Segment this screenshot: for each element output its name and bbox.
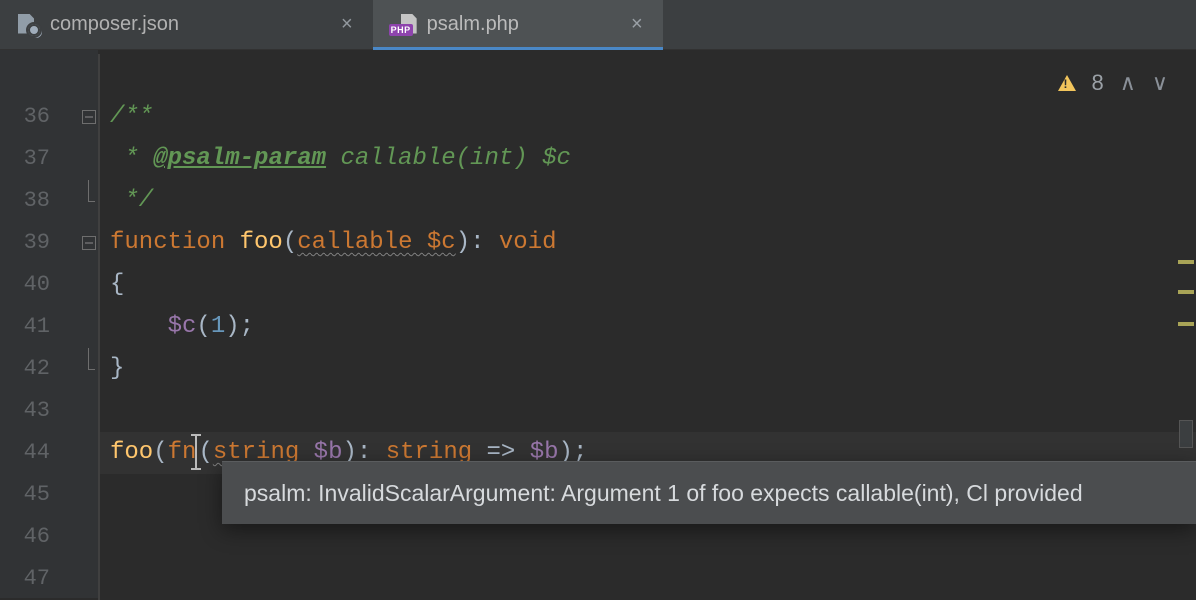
line-number: 47 (0, 558, 98, 600)
warning-marker[interactable] (1178, 260, 1194, 264)
chevron-up-icon[interactable]: ∧ (1120, 70, 1136, 96)
line-number: 39 (0, 222, 98, 264)
code-line[interactable] (98, 54, 1196, 96)
tab-label: composer.json (50, 13, 179, 36)
code-line[interactable]: { (98, 264, 1196, 306)
editor-tabs: composer.json × PHP psalm.php × (0, 0, 1196, 50)
code-line[interactable]: /** (98, 96, 1196, 138)
tab-composer-json[interactable]: composer.json × (0, 0, 373, 49)
fold-toggle-icon[interactable] (82, 110, 96, 124)
line-number: 41 (0, 306, 98, 348)
line-number: 37 (0, 138, 98, 180)
code-line[interactable]: */ (98, 180, 1196, 222)
json-file-icon (18, 14, 40, 36)
line-number: 43 (0, 390, 98, 432)
line-number: 40 (0, 264, 98, 306)
tab-label: psalm.php (427, 13, 519, 36)
warning-icon (1058, 75, 1076, 91)
line-number: 42 (0, 348, 98, 390)
line-number: 44 (0, 432, 98, 474)
scroll-thumb[interactable] (1179, 420, 1193, 448)
line-number: 38 (0, 180, 98, 222)
fold-end-icon (82, 362, 96, 376)
code-line[interactable]: * @psalm-param callable(int) $c (98, 138, 1196, 180)
warning-marker[interactable] (1178, 290, 1194, 294)
code-line[interactable]: } (98, 348, 1196, 390)
inspections-widget[interactable]: 8 ∧ ∨ (1058, 70, 1168, 96)
code-line[interactable]: $c(1); (98, 306, 1196, 348)
warning-count: 8 (1092, 70, 1104, 96)
tab-psalm-php[interactable]: PHP psalm.php × (373, 0, 663, 49)
code-line[interactable] (98, 390, 1196, 432)
line-number (0, 54, 98, 96)
php-file-icon: PHP (391, 14, 417, 36)
warning-marker[interactable] (1178, 322, 1194, 326)
close-icon[interactable]: × (629, 13, 645, 36)
gutter: 36 37 38 39 40 41 42 43 44 45 46 47 (0, 50, 98, 598)
line-number: 36 (0, 96, 98, 138)
close-icon[interactable]: × (339, 13, 355, 36)
code-line[interactable] (98, 558, 1196, 600)
tooltip-text: psalm: InvalidScalarArgument: Argument 1… (244, 480, 1083, 506)
code-line[interactable]: function foo(callable $c): void (98, 222, 1196, 264)
fold-end-icon (82, 194, 96, 208)
chevron-down-icon[interactable]: ∨ (1152, 70, 1168, 96)
error-tooltip: psalm: InvalidScalarArgument: Argument 1… (222, 461, 1196, 524)
line-number: 46 (0, 516, 98, 558)
line-number: 45 (0, 474, 98, 516)
fold-toggle-icon[interactable] (82, 236, 96, 250)
